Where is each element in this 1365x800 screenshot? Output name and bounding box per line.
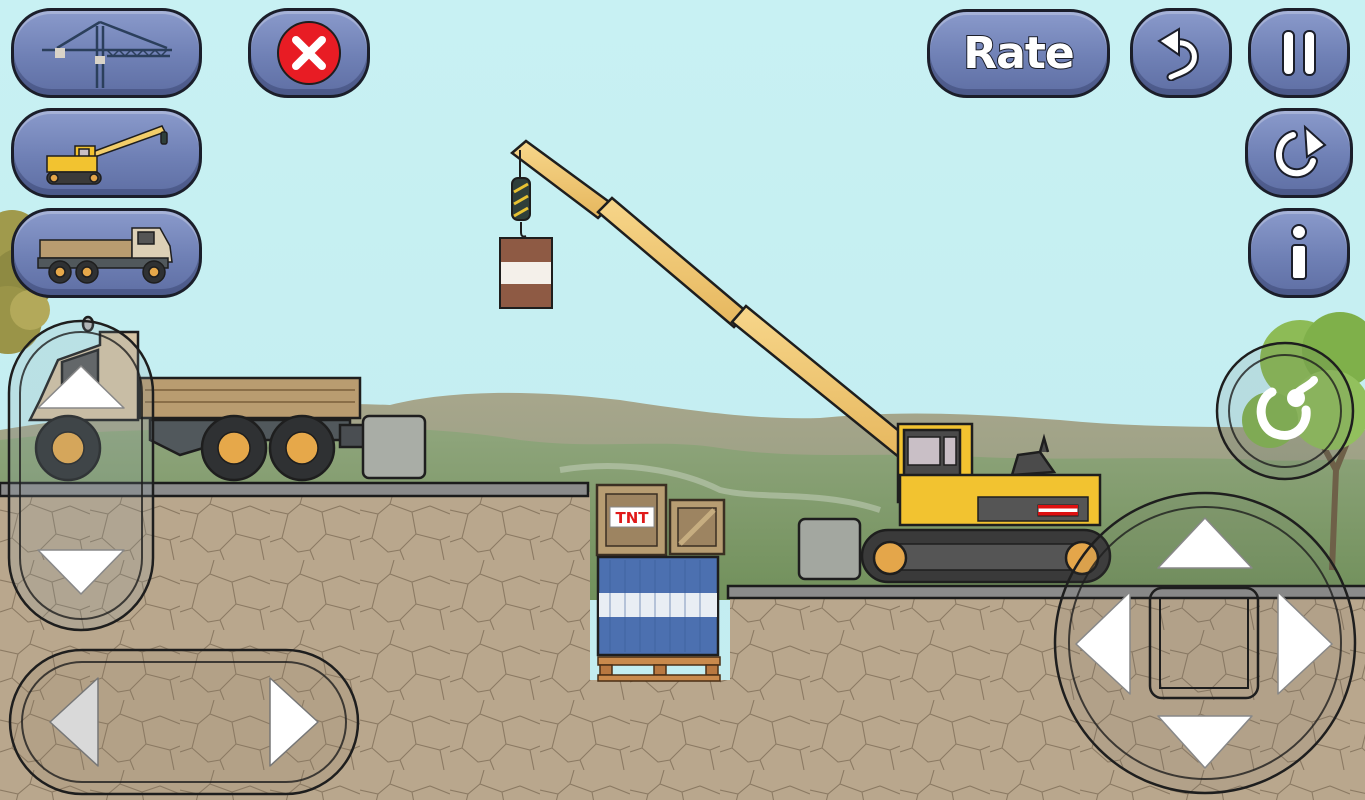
wooden-crate [668,498,726,556]
close-button[interactable] [248,8,370,98]
concrete-block [361,414,427,480]
svg-text:TNT: TNT [615,509,649,527]
crawler-crane-icon [45,125,168,185]
left-horizontal-pad [8,648,360,796]
pause-button[interactable] [1248,8,1350,98]
right-dpad [1053,491,1357,795]
tnt-crate: TNT [595,483,668,557]
undo-button[interactable] [1130,8,1232,98]
select-tower-crane-button[interactable] [11,8,202,98]
select-crawler-crane-button[interactable] [11,108,202,198]
flatbed-truck-icon [36,227,173,284]
rate-button[interactable]: Rate [927,9,1110,98]
pit-ground [588,680,730,800]
tower-crane-icon [41,20,172,88]
rate-label: Rate [962,27,1075,80]
left-vertical-pad [7,319,155,632]
concrete-block [797,517,862,581]
pause-icon [1282,30,1316,76]
restart-icon [1273,124,1327,179]
select-flatbed-truck-button[interactable] [11,208,202,298]
undo-icon [1157,27,1199,81]
info-button[interactable] [1248,208,1350,298]
info-icon [1291,224,1307,280]
rotate-hook-control[interactable] [1214,340,1356,482]
shipping-container [596,555,720,657]
close-icon [277,21,341,85]
restart-button[interactable] [1245,108,1353,198]
